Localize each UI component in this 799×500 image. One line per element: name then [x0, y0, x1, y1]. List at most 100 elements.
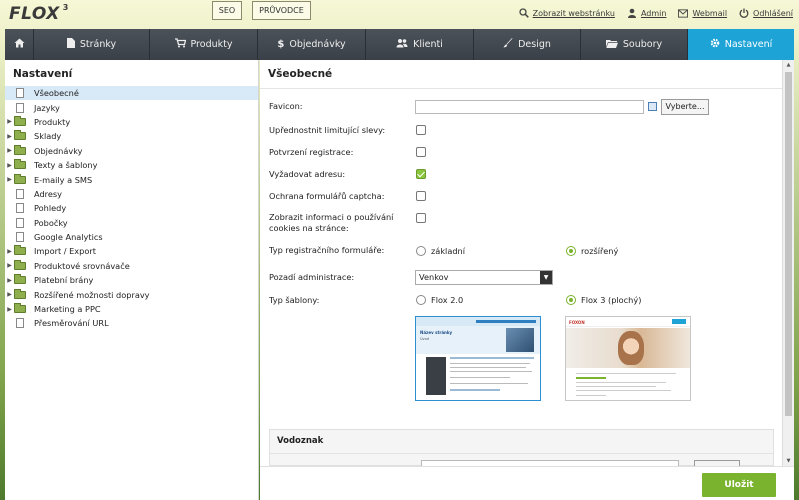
- tree-item-texts-templates[interactable]: ▶ Texty a šablony: [5, 158, 258, 172]
- tree-item-comparators[interactable]: ▶ Produktové srovnávače: [5, 259, 258, 273]
- expand-arrow-icon[interactable]: ▶: [5, 118, 14, 125]
- tree-item-label: Jazyky: [34, 102, 60, 113]
- expand-arrow-icon[interactable]: ▶: [5, 133, 14, 140]
- nav-clients[interactable]: Klienti: [366, 29, 474, 60]
- dollar-icon: $: [277, 39, 285, 50]
- file-icon: [16, 232, 24, 243]
- main-scrollbar[interactable]: ▲ ▼: [782, 60, 794, 466]
- image-icon[interactable]: [648, 102, 657, 111]
- logout-label: Odhlášení: [753, 8, 793, 18]
- favicon-choose-button[interactable]: Vyberte...: [661, 99, 709, 115]
- tree-item-emails-sms[interactable]: ▶ E-maily a SMS: [5, 172, 258, 186]
- tree-item-label: Produktové srovnávače: [34, 260, 130, 271]
- nav-pages[interactable]: Stránky: [34, 29, 150, 60]
- scroll-thumb[interactable]: [785, 72, 792, 416]
- expand-arrow-icon[interactable]: ▶: [5, 176, 14, 183]
- require-address-label: Vyžadovat adresu:: [269, 169, 346, 179]
- tree-item-addresses[interactable]: Adresy: [5, 187, 258, 201]
- file-icon: [16, 318, 24, 329]
- nav-design-label: Design: [518, 39, 551, 50]
- tree-item-google-analytics[interactable]: Google Analytics: [5, 230, 258, 244]
- expand-arrow-icon[interactable]: ▶: [5, 291, 14, 298]
- favicon-input[interactable]: [415, 100, 644, 114]
- seo-button[interactable]: SEO: [212, 1, 242, 20]
- webmail-link[interactable]: Webmail: [678, 8, 727, 18]
- nav-orders[interactable]: $ Objednávky: [258, 29, 366, 60]
- user-icon: [627, 8, 637, 18]
- folder-icon: [14, 259, 26, 270]
- admin-link[interactable]: Admin: [627, 8, 667, 18]
- logout-link[interactable]: Odhlášení: [739, 8, 793, 18]
- require-address-checkbox[interactable]: [416, 169, 426, 179]
- file-icon: [16, 217, 24, 228]
- logo-text: FLOX: [9, 4, 60, 24]
- flox-logo[interactable]: FLOX 3: [9, 3, 69, 24]
- tree-item-url-redirects[interactable]: Přesměrování URL: [5, 316, 258, 330]
- template-flox3-preview[interactable]: FOXON: [565, 316, 691, 401]
- nav-design[interactable]: Design: [474, 29, 581, 60]
- tree-item-label: Produkty: [34, 116, 71, 127]
- template-flox2-preview[interactable]: Název stránky Úvod: [415, 316, 541, 401]
- expand-arrow-icon[interactable]: ▶: [5, 306, 14, 313]
- nav-clients-label: Klienti: [413, 39, 443, 50]
- limiting-discounts-label: Upřednostnit limitující slevy:: [269, 125, 386, 135]
- file-icon: [16, 188, 24, 199]
- expand-arrow-icon[interactable]: ▶: [5, 277, 14, 284]
- tree-item-label: Texty a šablony: [34, 160, 98, 171]
- settings-main: Všeobecné Favicon: Vyberte... Upřednostn…: [260, 60, 782, 466]
- tree-item-general[interactable]: Všeobecné: [5, 86, 258, 101]
- registration-basic-radio[interactable]: [416, 246, 426, 256]
- captcha-checkbox[interactable]: [416, 191, 426, 201]
- top-bar: FLOX 3 SEO PRŮVODCE Zobrazit webstránku A…: [0, 0, 799, 29]
- limiting-discounts-checkbox[interactable]: [416, 125, 426, 135]
- registration-confirm-checkbox[interactable]: [416, 147, 426, 157]
- tree-item-marketing-ppc[interactable]: ▶ Marketing a PPC: [5, 302, 258, 316]
- template-flox2-label: Flox 2.0: [431, 295, 464, 305]
- scroll-down-icon[interactable]: ▼: [783, 456, 794, 466]
- nav-settings[interactable]: Nastavení: [688, 29, 794, 60]
- nav-settings-label: Nastavení: [724, 39, 773, 50]
- admin-label: Admin: [640, 8, 667, 18]
- registration-extended-label: rozšířený: [581, 246, 619, 256]
- folder-icon: [14, 245, 26, 256]
- scroll-up-icon[interactable]: ▲: [783, 60, 794, 70]
- tree-item-shipping-options[interactable]: ▶ Rozšířené možnosti dopravy: [5, 287, 258, 301]
- expand-arrow-icon[interactable]: ▶: [5, 262, 14, 269]
- tree-item-orders[interactable]: ▶ Objednávky: [5, 144, 258, 158]
- tree-item-warehouses[interactable]: ▶ Sklady: [5, 129, 258, 143]
- sidebar-title: Nastavení: [13, 68, 73, 80]
- template-flox2-radio[interactable]: [416, 295, 426, 305]
- cookies-info-checkbox[interactable]: [416, 213, 426, 223]
- folder-icon: [14, 274, 26, 285]
- expand-arrow-icon[interactable]: ▶: [5, 147, 14, 154]
- brush-icon: [503, 38, 513, 51]
- thumb-site-sub: Úvod: [420, 337, 429, 341]
- tree-item-branches[interactable]: Pobočky: [5, 216, 258, 230]
- tree-item-payment-gateways[interactable]: ▶ Platební brány: [5, 273, 258, 287]
- nav-products[interactable]: Produkty: [150, 29, 258, 60]
- mail-icon: [678, 8, 689, 18]
- template-flox3-radio[interactable]: [566, 295, 576, 305]
- cookies-info-label: Zobrazit informaci o používání cookies n…: [269, 212, 393, 234]
- save-button[interactable]: Uložit: [702, 473, 776, 497]
- admin-background-select[interactable]: Venkov ▼: [415, 270, 553, 285]
- expand-arrow-icon[interactable]: ▶: [5, 162, 14, 169]
- nav-products-label: Produkty: [190, 39, 233, 50]
- nav-files[interactable]: Soubory: [581, 29, 688, 60]
- file-icon: [16, 203, 24, 214]
- view-website-link[interactable]: Zobrazit webstránku: [518, 8, 615, 18]
- tree-item-views[interactable]: Pohledy: [5, 201, 258, 215]
- chevron-down-icon: ▼: [540, 271, 552, 284]
- tree-item-label: Pohledy: [34, 203, 67, 214]
- tree-item-products[interactable]: ▶ Produkty: [5, 115, 258, 129]
- thumb-site-name: Název stránky: [420, 330, 453, 335]
- gear-icon: [710, 38, 720, 51]
- tree-item-import-export[interactable]: ▶ Import / Export: [5, 244, 258, 258]
- registration-basic-label: základní: [431, 246, 466, 256]
- tree-item-label: Adresy: [34, 188, 62, 199]
- tree-item-languages[interactable]: Jazyky: [5, 100, 258, 114]
- guide-button[interactable]: PRŮVODCE: [252, 1, 311, 20]
- nav-home[interactable]: [5, 29, 34, 60]
- expand-arrow-icon[interactable]: ▶: [5, 248, 14, 255]
- registration-extended-radio[interactable]: [566, 246, 576, 256]
